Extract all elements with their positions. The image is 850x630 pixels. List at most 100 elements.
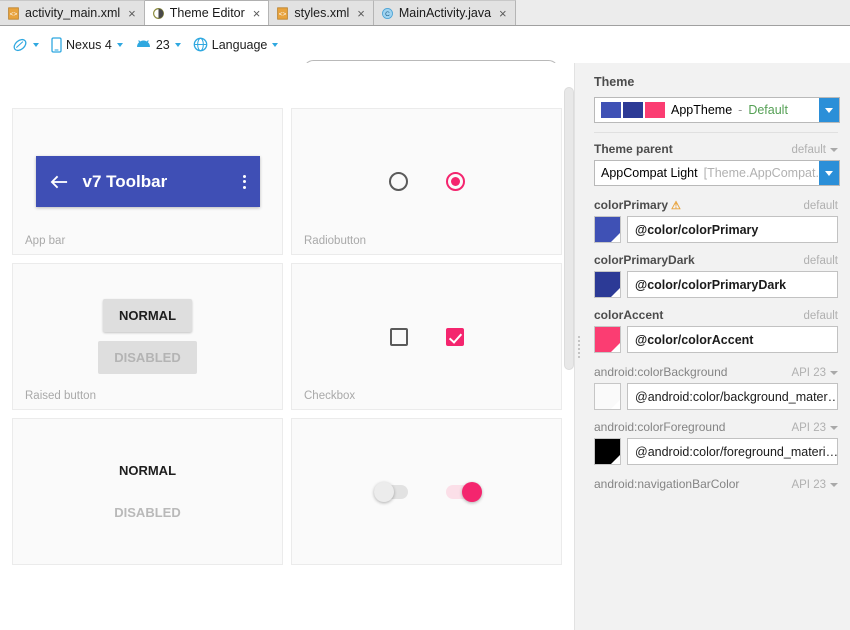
preview-card-switch[interactable] xyxy=(291,418,562,565)
flat-button-normal[interactable]: NORMAL xyxy=(103,454,192,487)
preview-card-raised-button[interactable]: NORMAL DISABLED Raised button xyxy=(12,263,283,410)
tab-close-icon[interactable]: × xyxy=(128,7,136,20)
language-selector[interactable]: Language xyxy=(187,35,285,54)
attribute-value-field[interactable]: @color/colorPrimaryDark xyxy=(627,271,838,298)
preview-card-app-bar[interactable]: v7 Toolbar App bar xyxy=(12,108,283,255)
attribute-default-text: default xyxy=(803,255,838,267)
panel-splitter[interactable] xyxy=(574,63,582,630)
theme-separator: - xyxy=(738,103,743,117)
attribute-header: android:colorBackground API 23 xyxy=(594,365,838,379)
theme-swatch-selector[interactable] xyxy=(6,35,45,55)
attribute-value-row: @color/colorAccent xyxy=(594,326,838,353)
switch-on[interactable] xyxy=(445,481,482,502)
api-level-selector[interactable]: 23 xyxy=(129,36,187,54)
radio-unchecked[interactable] xyxy=(388,172,408,191)
attribute-default-text: default xyxy=(803,310,838,322)
attribute-row-colorprimary: colorPrimary ⚠ default @color/colorPrima… xyxy=(590,198,842,243)
attribute-row-colorprimarydark: colorPrimaryDark default @color/colorPri… xyxy=(590,253,842,298)
switch-thumb xyxy=(461,481,482,502)
checkbox-group xyxy=(389,327,464,346)
tab-label: Theme Editor xyxy=(169,6,245,20)
v7-toolbar-widget[interactable]: v7 Toolbar xyxy=(35,156,260,207)
checkbox-unchecked[interactable] xyxy=(389,327,408,346)
tab-theme-editor[interactable]: Theme Editor × xyxy=(144,0,270,25)
preview-card-radiobutton[interactable]: Radiobutton xyxy=(291,108,562,255)
attribute-value-field[interactable]: @android:color/foreground_materi… xyxy=(627,438,838,465)
color-swatch[interactable] xyxy=(594,271,621,298)
attribute-right: default xyxy=(803,310,838,322)
tab-close-icon[interactable]: × xyxy=(357,7,365,20)
attribute-name: colorPrimary ⚠ xyxy=(594,198,681,212)
attribute-name-text: android:colorForeground xyxy=(594,420,726,434)
attribute-name: android:colorBackground xyxy=(594,365,727,379)
preview-card-checkbox[interactable]: Checkbox xyxy=(291,263,562,410)
editor-tab-bar: <> activity_main.xml × Theme Editor × <>… xyxy=(0,0,850,26)
theme-swatch-accent xyxy=(645,102,665,118)
checkbox-checked[interactable] xyxy=(445,327,464,346)
theme-parent-combo-box[interactable]: AppCompat Light [Theme.AppCompat.Li xyxy=(594,160,840,186)
color-swatch[interactable] xyxy=(594,383,621,410)
preview-vertical-scrollbar[interactable] xyxy=(564,87,574,370)
tab-close-icon[interactable]: × xyxy=(253,7,261,20)
theme-name: AppTheme xyxy=(671,103,733,117)
attribute-value-field[interactable]: @android:color/background_mater… xyxy=(627,383,838,410)
globe-icon xyxy=(193,37,208,52)
color-swatch[interactable] xyxy=(594,326,621,353)
attribute-right[interactable]: API 23 xyxy=(791,367,838,379)
theme-parent-label: Theme parent xyxy=(594,142,673,156)
theme-parent-value: AppCompat Light xyxy=(601,166,698,180)
attribute-name: android:colorForeground xyxy=(594,420,725,434)
attribute-value-row: @android:color/foreground_materi… xyxy=(594,438,838,465)
card-body: NORMAL DISABLED xyxy=(13,264,282,409)
tab-mainactivity-java[interactable]: C MainActivity.java × xyxy=(373,0,516,25)
color-swatch[interactable] xyxy=(594,216,621,243)
android-icon xyxy=(136,39,150,47)
attribute-name: android:navigationBarColor xyxy=(594,477,739,491)
attribute-value-field[interactable]: @color/colorAccent xyxy=(627,326,838,353)
switch-off[interactable] xyxy=(373,481,408,502)
attribute-right[interactable]: API 23 xyxy=(791,479,838,491)
flat-button-disabled: DISABLED xyxy=(114,505,181,520)
splitter-grip-icon xyxy=(577,335,580,358)
xml-file-icon: <> xyxy=(277,6,289,20)
attribute-header: colorAccent default xyxy=(594,308,838,322)
warning-icon[interactable]: ⚠ xyxy=(671,199,681,212)
tab-label: MainActivity.java xyxy=(398,6,492,20)
raised-button-group: NORMAL DISABLED xyxy=(98,299,197,374)
chevron-down-icon xyxy=(825,107,833,113)
color-swatch[interactable] xyxy=(594,438,621,465)
card-body: v7 Toolbar xyxy=(13,109,282,254)
attribute-right: default xyxy=(803,255,838,267)
attribute-right[interactable]: API 23 xyxy=(791,422,838,434)
attribute-name-text: android:navigationBarColor xyxy=(594,477,740,491)
theme-parent-dropdown-button[interactable] xyxy=(819,161,839,185)
tab-activity-main-xml[interactable]: <> activity_main.xml × xyxy=(0,0,145,25)
attribute-row-android-colorbackground: android:colorBackground API 23 @android:… xyxy=(590,365,842,410)
device-selector[interactable]: Nexus 4 xyxy=(45,35,129,55)
tab-styles-xml[interactable]: <> styles.xml × xyxy=(269,0,374,25)
card-body xyxy=(292,264,561,409)
preview-card-flat-button[interactable]: NORMAL DISABLED xyxy=(12,418,283,565)
palette-icon xyxy=(13,38,27,51)
attribute-name: colorPrimaryDark xyxy=(594,253,695,267)
theme-editor-toolbar: Nexus 4 23 Language xyxy=(0,26,850,81)
overflow-menu-icon[interactable] xyxy=(242,174,246,189)
attribute-value-field[interactable]: @color/colorPrimary xyxy=(627,216,838,243)
theme-combo-dropdown-button[interactable] xyxy=(819,98,839,122)
tab-close-icon[interactable]: × xyxy=(499,7,507,20)
theme-swatch-primary xyxy=(601,102,621,118)
theme-combo-box[interactable]: AppTheme - Default xyxy=(594,97,840,123)
flat-button-group: NORMAL DISABLED xyxy=(98,454,196,529)
attribute-name-text: colorPrimaryDark xyxy=(594,253,695,267)
raised-button-normal[interactable]: NORMAL xyxy=(102,299,193,332)
theme-preview-panel: v7 Toolbar App bar Radiobutton NORMAL DI… xyxy=(0,63,563,630)
theme-parent-right[interactable]: default xyxy=(791,144,838,156)
language-label: Language xyxy=(211,37,268,52)
card-body: NORMAL DISABLED xyxy=(13,419,282,564)
back-arrow-icon[interactable] xyxy=(50,174,69,190)
radio-checked[interactable] xyxy=(445,172,465,191)
theme-parent-header: Theme parent default xyxy=(594,142,838,156)
card-label: Raised button xyxy=(25,390,96,402)
attribute-value-row: @android:color/background_mater… xyxy=(594,383,838,410)
theme-parent-value-dim: [Theme.AppCompat.Li xyxy=(703,166,819,180)
